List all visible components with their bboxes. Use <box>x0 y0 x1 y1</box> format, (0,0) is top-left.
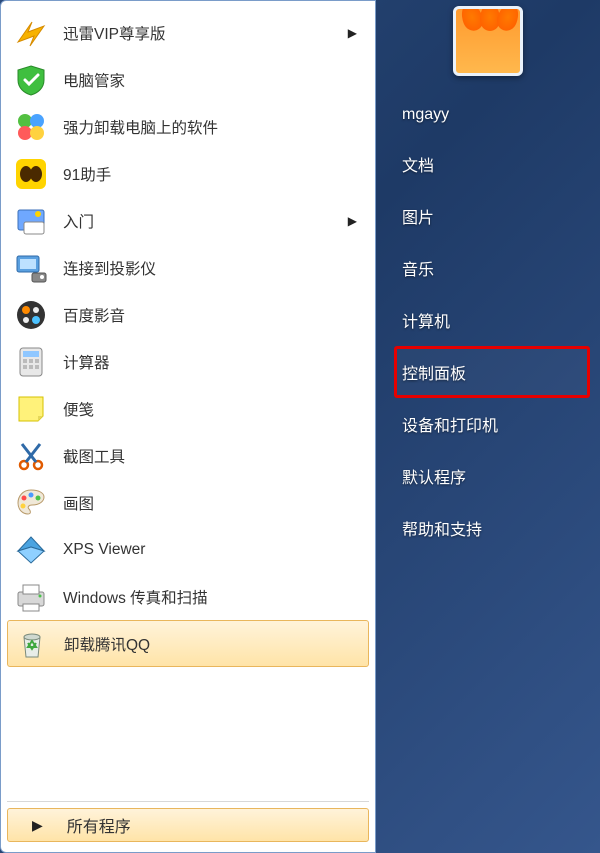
place-item-user[interactable]: mgayy <box>394 92 590 138</box>
places-pane: mgayy 文档 图片 音乐 计算机 控制面板 设备和打印机 默认程序 帮助和支… <box>376 0 600 853</box>
recycle-bin-icon <box>14 626 50 662</box>
start-menu: 迅雷VIP尊享版 ▶ 电脑管家 强力卸载电脑上的软件 <box>0 0 600 853</box>
program-item-projector[interactable]: 连接到投影仪 <box>7 244 369 291</box>
program-label: 91助手 <box>63 163 363 185</box>
fax-scan-icon <box>13 579 49 615</box>
program-label: 便笺 <box>63 398 363 420</box>
all-programs-button[interactable]: ▶ 所有程序 <box>7 808 369 842</box>
program-item-91-assistant[interactable]: 91助手 <box>7 150 369 197</box>
paint-icon <box>13 485 49 521</box>
program-label: 迅雷VIP尊享版 <box>63 22 348 44</box>
program-item-calculator[interactable]: 计算器 <box>7 338 369 385</box>
program-item-fax-scan[interactable]: Windows 传真和扫描 <box>7 573 369 620</box>
sticky-notes-icon <box>13 391 49 427</box>
right-arrow-icon: ▶ <box>32 817 43 834</box>
program-label: 画图 <box>63 492 363 514</box>
uninstall-tool-icon <box>13 109 49 145</box>
snipping-tool-icon <box>13 438 49 474</box>
program-item-sticky-notes[interactable]: 便笺 <box>7 385 369 432</box>
submenu-arrow-icon: ▶ <box>348 26 363 40</box>
pc-manager-icon <box>13 62 49 98</box>
program-item-pc-manager[interactable]: 电脑管家 <box>7 56 369 103</box>
submenu-arrow-icon: ▶ <box>348 214 363 228</box>
91-assistant-icon <box>13 156 49 192</box>
calculator-icon <box>13 344 49 380</box>
place-item-music[interactable]: 音乐 <box>394 242 590 294</box>
place-item-control-panel[interactable]: 控制面板 <box>394 346 590 398</box>
program-label: 连接到投影仪 <box>63 257 363 279</box>
place-item-default-programs[interactable]: 默认程序 <box>394 450 590 502</box>
programs-list: 迅雷VIP尊享版 ▶ 电脑管家 强力卸载电脑上的软件 <box>1 7 375 797</box>
program-label: 强力卸载电脑上的软件 <box>63 116 363 138</box>
places-list: mgayy 文档 图片 音乐 计算机 控制面板 设备和打印机 默认程序 帮助和支… <box>376 92 600 554</box>
program-label: 卸载腾讯QQ <box>64 633 362 655</box>
program-label: 百度影音 <box>63 304 363 326</box>
program-label: XPS Viewer <box>63 541 363 559</box>
place-item-documents[interactable]: 文档 <box>394 138 590 190</box>
programs-pane: 迅雷VIP尊享版 ▶ 电脑管家 强力卸载电脑上的软件 <box>0 0 376 853</box>
program-label: 截图工具 <box>63 445 363 467</box>
program-item-xps-viewer[interactable]: XPS Viewer <box>7 526 369 573</box>
program-label: 计算器 <box>63 351 363 373</box>
program-item-uninstall-qq[interactable]: 卸载腾讯QQ <box>7 620 369 667</box>
xunlei-icon <box>13 15 49 51</box>
place-item-devices-printers[interactable]: 设备和打印机 <box>394 398 590 450</box>
program-label: Windows 传真和扫描 <box>63 586 363 608</box>
place-item-pictures[interactable]: 图片 <box>394 190 590 242</box>
all-programs-label: 所有程序 <box>67 813 131 837</box>
program-label: 入门 <box>63 210 348 232</box>
program-item-getting-started[interactable]: 入门 ▶ <box>7 197 369 244</box>
xps-viewer-icon <box>13 532 49 568</box>
program-label: 电脑管家 <box>63 69 363 91</box>
place-item-computer[interactable]: 计算机 <box>394 294 590 346</box>
place-item-help-support[interactable]: 帮助和支持 <box>394 502 590 554</box>
program-item-uninstall-tool[interactable]: 强力卸载电脑上的软件 <box>7 103 369 150</box>
program-item-snipping-tool[interactable]: 截图工具 <box>7 432 369 479</box>
user-avatar[interactable] <box>453 6 523 76</box>
program-item-baidu-video[interactable]: 百度影音 <box>7 291 369 338</box>
program-item-paint[interactable]: 画图 <box>7 479 369 526</box>
baidu-video-icon <box>13 297 49 333</box>
program-item-xunlei-vip[interactable]: 迅雷VIP尊享版 ▶ <box>7 9 369 56</box>
projector-icon <box>13 250 49 286</box>
getting-started-icon <box>13 203 49 239</box>
all-programs-section: ▶ 所有程序 <box>7 801 369 842</box>
